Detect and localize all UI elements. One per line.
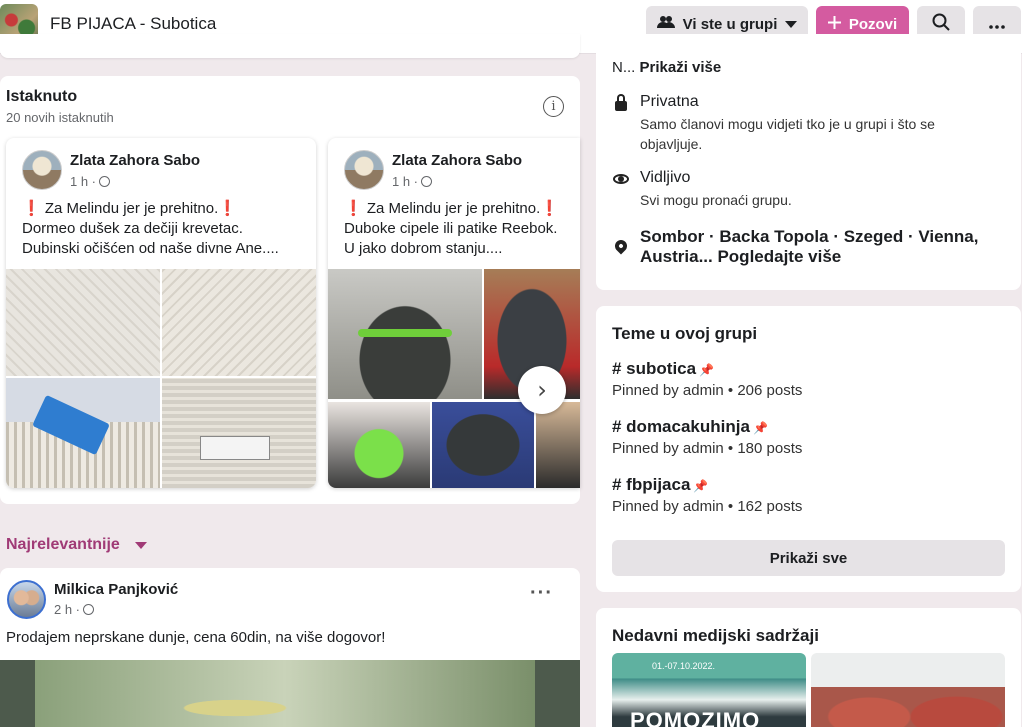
about-description: N... Prikaži više bbox=[612, 59, 721, 76]
carousel-next-button[interactable]: › bbox=[518, 366, 566, 414]
caret-down-icon[interactable] bbox=[135, 542, 147, 549]
post-line: U jako dobrom stanju.... bbox=[344, 240, 503, 257]
globe-icon bbox=[421, 176, 433, 187]
post-photo[interactable] bbox=[328, 402, 430, 488]
invite-label: Pozovi bbox=[848, 15, 898, 33]
post-line: Dormeo dušek za dečiji krevetac. bbox=[22, 220, 243, 237]
pin-icon: 📌 bbox=[693, 479, 709, 493]
topic-name: # domacakuhinja bbox=[612, 417, 750, 436]
post-timestamp: 2 h · bbox=[54, 602, 95, 617]
featured-post-card[interactable]: Zlata Zahora Sabo 1 h · ❗ Za Melindu jer… bbox=[328, 138, 580, 488]
topic-meta: Pinned by admin • 180 posts bbox=[612, 440, 803, 457]
post-timestamp: 1 h · bbox=[392, 174, 433, 189]
post-more-icon[interactable]: ··· bbox=[530, 583, 553, 603]
photo-detail bbox=[32, 394, 110, 456]
group-title[interactable]: FB PIJACA - Subotica bbox=[50, 14, 216, 34]
privacy-title: Privatna bbox=[640, 93, 699, 110]
recent-media-card: Nedavni medijski sadržaji 01.-07.10.2022… bbox=[596, 608, 1021, 727]
avatar[interactable] bbox=[344, 150, 384, 190]
show-all-topics-button[interactable]: Prikaži sve bbox=[612, 540, 1005, 576]
featured-title: Istaknuto bbox=[6, 88, 78, 105]
topic-name: # subotica bbox=[612, 359, 697, 378]
featured-post-card[interactable]: Zlata Zahora Sabo 1 h · ❗ Za Melindu jer… bbox=[6, 138, 316, 488]
topic-link[interactable]: # fbpijaca 📌 bbox=[612, 475, 708, 495]
post-timestamp: 1 h · bbox=[70, 174, 111, 189]
globe-icon bbox=[99, 176, 111, 187]
media-thumbnail[interactable]: 01.-07.10.2022. POMOZIMO bbox=[612, 653, 806, 727]
search-icon bbox=[932, 13, 950, 35]
exclamation-icon: ❗ bbox=[344, 200, 363, 217]
post-text: Prodajem neprskane dunje, cena 60din, na… bbox=[6, 629, 386, 646]
chevron-right-icon: › bbox=[537, 376, 547, 404]
featured-subtitle: 20 novih istaknutih bbox=[6, 110, 114, 125]
show-more-link[interactable]: Prikaži više bbox=[640, 59, 722, 76]
lock-icon bbox=[612, 94, 630, 112]
post-photo[interactable] bbox=[6, 378, 160, 488]
topic-link[interactable]: # subotica 📌 bbox=[612, 359, 714, 379]
avatar[interactable] bbox=[22, 150, 62, 190]
post-time: 1 h · bbox=[70, 174, 97, 189]
more-icon bbox=[989, 16, 1005, 33]
post-author[interactable]: Milkica Panjković bbox=[54, 581, 178, 598]
about-card: N... Prikaži više Privatna Samo članovi … bbox=[596, 34, 1021, 290]
joined-group-label: Vi ste u grupi bbox=[682, 15, 778, 33]
topics-title: Teme u ovoj grupi bbox=[612, 324, 758, 343]
post-line: Za Melindu jer je prehitno. bbox=[44, 200, 219, 217]
media-thumbnail[interactable] bbox=[811, 653, 1005, 727]
post-text: ❗ Za Melindu jer je prehitno.❗ Duboke ci… bbox=[344, 199, 580, 259]
feed-sort-dropdown[interactable]: Najrelevantnije bbox=[6, 536, 120, 554]
post-text: ❗ Za Melindu jer je prehitno.❗ Dormeo du… bbox=[22, 199, 307, 259]
topic-meta: Pinned by admin • 162 posts bbox=[612, 498, 803, 515]
topic-link[interactable]: # domacakuhinja 📌 bbox=[612, 417, 768, 437]
group-locations[interactable]: Sombor · Backa Topola · Szeged · Vienna,… bbox=[640, 227, 1000, 267]
photo-detail bbox=[200, 436, 270, 460]
photo-detail bbox=[358, 329, 452, 337]
description-text: N... bbox=[612, 59, 636, 76]
post-photo[interactable] bbox=[162, 269, 316, 376]
chevron-down-icon bbox=[785, 16, 798, 33]
post-line: Dubinski očišćen od naše divne Ane.... bbox=[22, 240, 279, 257]
privacy-description: Samo članovi mogu vidjeti tko je u grupi… bbox=[640, 116, 935, 152]
post-author[interactable]: Zlata Zahora Sabo bbox=[392, 152, 522, 169]
feed-post: Milkica Panjković 2 h · ··· Prodajem nep… bbox=[0, 568, 580, 727]
featured-section: Istaknuto 20 novih istaknutih i Zlata Za… bbox=[0, 76, 580, 504]
visibility-description: Svi mogu pronaći grupu. bbox=[640, 192, 792, 208]
visibility-title: Vidljivo bbox=[640, 169, 691, 186]
post-photo[interactable] bbox=[432, 402, 534, 488]
plus-icon bbox=[827, 15, 841, 33]
topic-name: # fbpijaca bbox=[612, 475, 691, 494]
avatar[interactable] bbox=[7, 580, 46, 619]
photo-detail bbox=[35, 660, 535, 727]
post-line: Za Melindu jer je prehitno. bbox=[366, 200, 541, 217]
members-icon bbox=[656, 15, 675, 33]
pin-icon: 📌 bbox=[699, 363, 715, 377]
post-time: 2 h · bbox=[54, 602, 81, 617]
globe-icon bbox=[83, 604, 95, 615]
post-photo[interactable] bbox=[6, 269, 160, 376]
info-icon[interactable]: i bbox=[543, 96, 564, 117]
post-photo[interactable] bbox=[328, 269, 482, 399]
post-time: 1 h · bbox=[392, 174, 419, 189]
post-line: Duboke cipele ili patike Reebok. bbox=[344, 220, 558, 237]
recent-media-title: Nedavni medijski sadržaji bbox=[612, 626, 819, 645]
pin-icon: 📌 bbox=[752, 421, 768, 435]
media-date-text: 01.-07.10.2022. bbox=[652, 661, 716, 671]
location-pin-icon bbox=[612, 237, 630, 255]
media-banner-text: POMOZIMO bbox=[630, 708, 761, 727]
post-photo[interactable] bbox=[536, 402, 580, 488]
post-photo[interactable] bbox=[0, 660, 580, 727]
exclamation-icon: ❗ bbox=[22, 200, 41, 217]
topic-meta: Pinned by admin • 206 posts bbox=[612, 382, 803, 399]
exclamation-icon: ❗ bbox=[540, 200, 559, 217]
post-photo[interactable] bbox=[162, 378, 316, 488]
exclamation-icon: ❗ bbox=[218, 200, 237, 217]
topics-card: Teme u ovoj grupi # subotica 📌 Pinned by … bbox=[596, 306, 1021, 592]
composer-card-edge bbox=[0, 34, 580, 58]
eye-icon bbox=[612, 170, 630, 188]
post-author[interactable]: Zlata Zahora Sabo bbox=[70, 152, 200, 169]
